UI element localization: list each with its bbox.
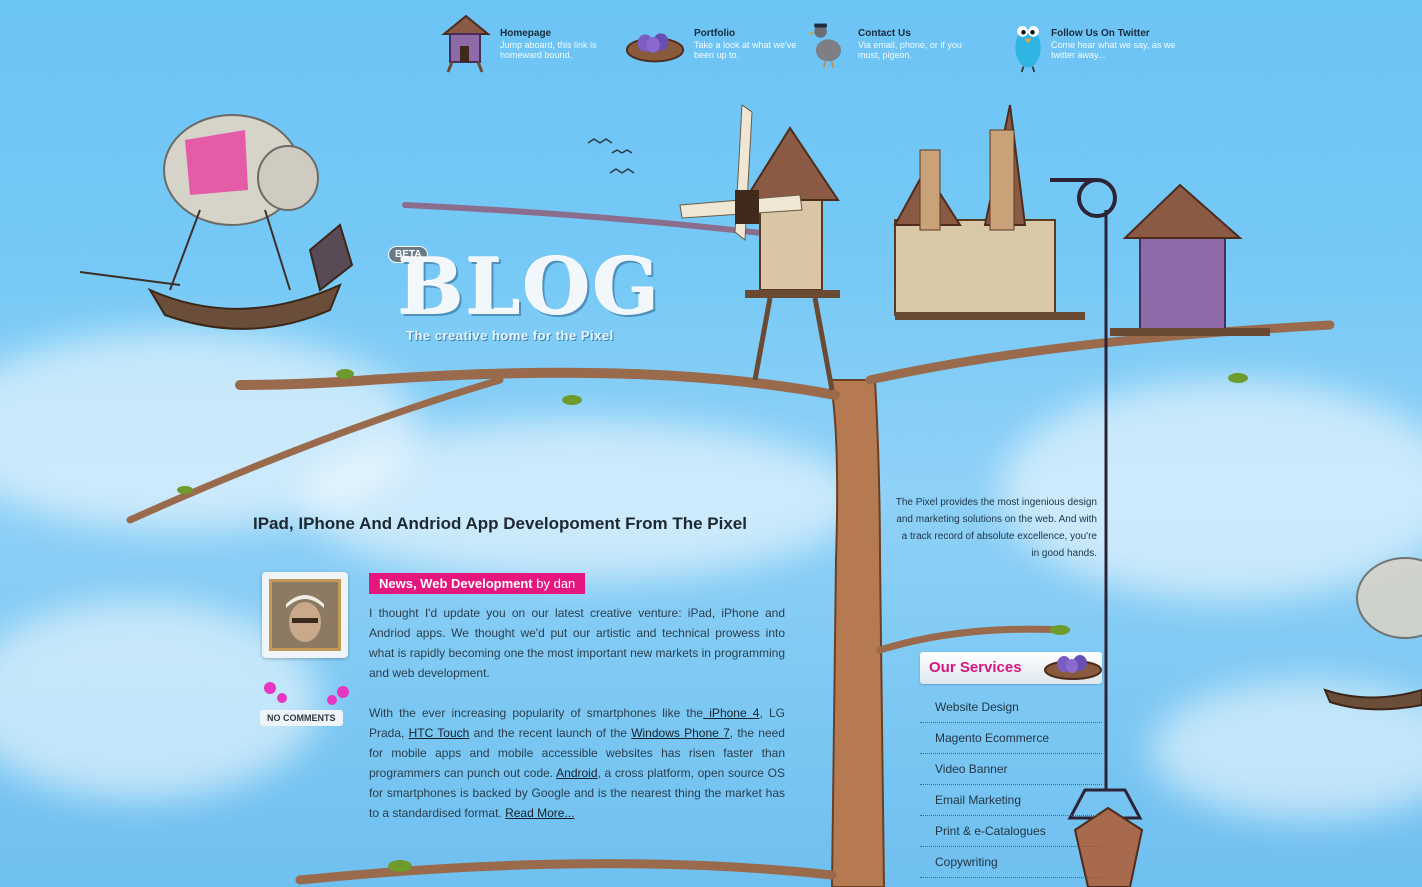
author-avatar-frame bbox=[262, 572, 348, 658]
nav-description: Come hear what we say, as we twitter awa… bbox=[1051, 40, 1176, 60]
post-author: by dan bbox=[532, 576, 576, 591]
nav-description: Via email, phone, or if you must, pigeon… bbox=[858, 40, 962, 60]
about-blurb: The Pixel provides the most ingenious de… bbox=[895, 497, 1097, 559]
post-paragraph: With the ever increasing popularity of s… bbox=[369, 703, 785, 823]
post-categories-link[interactable]: News, Web Development bbox=[379, 576, 533, 591]
post-excerpt: I thought I'd update you on our latest c… bbox=[369, 603, 785, 843]
avatar bbox=[269, 579, 341, 651]
service-item-copywriting[interactable]: Copywriting bbox=[920, 847, 1102, 878]
twitter-bird-icon bbox=[1015, 26, 1041, 73]
nav-title: Contact Us bbox=[858, 28, 911, 39]
post-paragraph: I thought I'd update you on our latest c… bbox=[369, 606, 785, 680]
nest-icon bbox=[1044, 655, 1102, 680]
service-item-email-marketing[interactable]: Email Marketing bbox=[920, 785, 1102, 816]
link-android[interactable]: Android bbox=[556, 766, 597, 780]
nav-title: Portfolio bbox=[694, 28, 736, 39]
service-item-magento-ecommerce[interactable]: Magento Ecommerce bbox=[920, 723, 1102, 754]
read-more-link[interactable]: Read More... bbox=[505, 806, 574, 820]
nest-icon bbox=[625, 33, 685, 63]
nav-description: Jump aboard, this link is homeward bound… bbox=[500, 40, 597, 60]
blog-logo[interactable]: BETA BLOG The creative home for the Pixe… bbox=[386, 240, 676, 350]
link-iphone[interactable]: iPhone 4 bbox=[703, 706, 759, 720]
comments-count-button[interactable]: NO COMMENTS bbox=[260, 710, 343, 726]
post-title[interactable]: IPad, IPhone And Andriod App Developomen… bbox=[253, 512, 773, 536]
link-htc-touch[interactable]: HTC Touch bbox=[409, 726, 470, 740]
service-item-print-catalogues[interactable]: Print & e-Catalogues bbox=[920, 816, 1102, 847]
nav-title: Homepage bbox=[500, 28, 552, 39]
text-span: and the recent launch of the bbox=[469, 726, 632, 740]
author-photo bbox=[272, 582, 338, 648]
treehouse-icon bbox=[441, 14, 491, 73]
blog-wordmark: BLOG bbox=[398, 242, 662, 333]
services-title: Our Services bbox=[929, 659, 1022, 676]
service-item-website-design[interactable]: Website Design bbox=[920, 692, 1102, 723]
text-span: With the ever increasing popularity of s… bbox=[369, 706, 704, 720]
top-navigation: Homepage Jump aboard, this link is homew… bbox=[438, 12, 1198, 76]
services-list: Website Design Magento Ecommerce Video B… bbox=[920, 692, 1102, 878]
pigeon-icon bbox=[808, 23, 841, 68]
post-meta-tag: News, Web Development by dan bbox=[369, 573, 586, 594]
service-item-video-banner[interactable]: Video Banner bbox=[920, 754, 1102, 785]
blog-tagline: The creative home for the Pixel bbox=[406, 328, 614, 343]
nav-description: Take a look at what we've been up to. bbox=[694, 40, 797, 60]
services-header: Our Services bbox=[920, 652, 1102, 684]
nav-title: Follow Us On Twitter bbox=[1051, 28, 1150, 39]
link-windows-phone[interactable]: Windows Phone 7 bbox=[631, 726, 730, 740]
